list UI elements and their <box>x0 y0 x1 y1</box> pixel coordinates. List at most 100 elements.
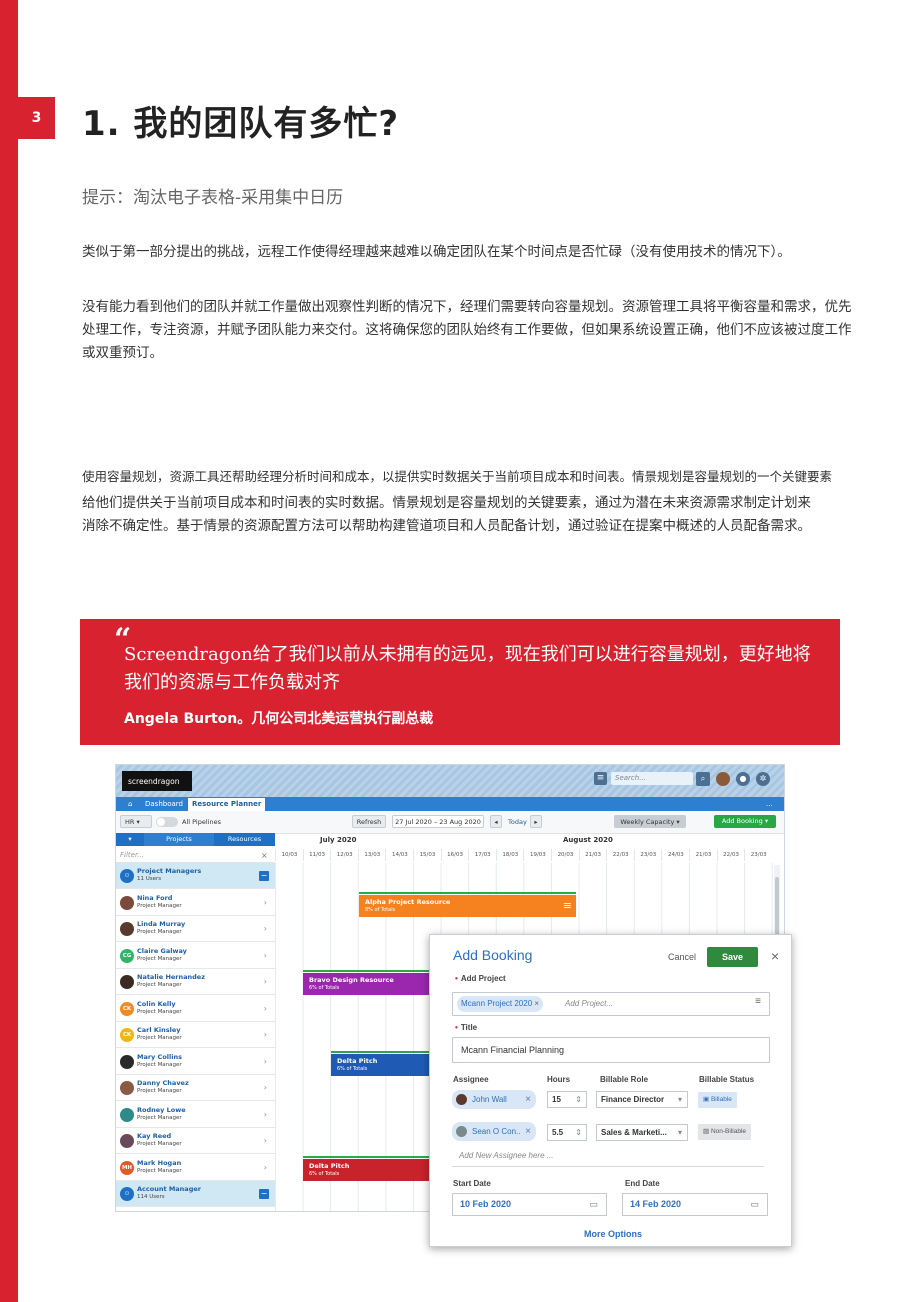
chevron-right-icon[interactable]: › <box>264 1030 267 1039</box>
avatar <box>120 975 134 989</box>
resource-row[interactable]: Danny Chavez Project Manager › <box>116 1075 275 1101</box>
search-input[interactable]: Search... <box>611 772 693 785</box>
collapse-icon[interactable]: − <box>259 1189 269 1199</box>
more-menu[interactable]: ... <box>766 798 773 811</box>
day-label: 10/03 <box>275 849 303 861</box>
chevron-right-icon[interactable]: › <box>264 951 267 960</box>
resource-role: Project Manager <box>137 1035 182 1041</box>
assignee-chip[interactable]: Sean O Con.. × <box>452 1122 536 1141</box>
resource-group-row[interactable]: ⚇ Account Manager 114 Users − <box>116 1181 275 1207</box>
resource-row[interactable]: MH Mark Hogan Project Manager › <box>116 1155 275 1181</box>
resource-row[interactable]: Mary Collins Project Manager › <box>116 1049 275 1075</box>
chevron-right-icon[interactable]: › <box>264 1057 267 1066</box>
search-icon[interactable]: ⌕ <box>696 772 710 786</box>
menu-icon[interactable]: ≡ <box>594 772 607 785</box>
gear-icon[interactable]: ✲ <box>756 772 770 786</box>
assignee-chip[interactable]: John Wall × <box>452 1090 536 1109</box>
tab-resource-planner[interactable]: Resource Planner <box>188 798 266 811</box>
booking-bravo[interactable]: Bravo Design Resource 6% of Totals <box>303 970 443 995</box>
resource-row[interactable]: Rodney Lowe Project Manager › <box>116 1102 275 1128</box>
today-button[interactable]: Today <box>508 818 527 826</box>
avatar <box>120 1134 134 1148</box>
resource-row[interactable]: Linda Murray Project Manager › <box>116 916 275 942</box>
add-booking-button[interactable]: Add Booking ▾ <box>714 815 776 828</box>
capacity-select[interactable]: Weekly Capacity ▾ <box>614 815 686 828</box>
prev-arrow-icon[interactable]: ◂ <box>490 815 502 828</box>
refresh-button[interactable]: Refresh <box>352 815 386 828</box>
quote-author: Angela Burton。几何公司北美运营执行副总裁 <box>124 711 434 727</box>
collapse-icon[interactable]: − <box>259 871 269 881</box>
remove-assignee-icon[interactable]: × <box>525 1122 531 1141</box>
hamburger-icon[interactable]: ≡ <box>563 899 572 912</box>
remove-assignee-icon[interactable]: × <box>525 1090 531 1109</box>
add-project-field[interactable]: Mcann Project 2020 × Add Project... ≡ <box>452 992 770 1016</box>
billable-role-value: Finance Director <box>601 1095 665 1104</box>
stepper-icon[interactable]: ⇕ <box>575 1092 582 1107</box>
tab-projects[interactable]: Projects <box>144 833 214 846</box>
non-billable-status-badge[interactable]: ▨ Non-Billable <box>698 1124 751 1140</box>
chevron-right-icon[interactable]: › <box>264 1083 267 1092</box>
more-options-link[interactable]: More Options <box>584 1229 642 1239</box>
add-assignee-input[interactable]: Add New Assignee here ... <box>459 1151 553 1160</box>
close-icon[interactable]: × <box>771 948 779 964</box>
save-button[interactable]: Save <box>707 947 758 967</box>
chevron-right-icon[interactable]: › <box>264 898 267 907</box>
avatar: CK <box>120 1001 134 1016</box>
resource-row[interactable]: Natalie Hernandez Project Manager › <box>116 969 275 995</box>
add-booking-dialog: Add Booking Cancel Save × • Add Project M… <box>429 934 792 1247</box>
billable-role-select[interactable]: Sales & Marketi... ▾ <box>596 1124 688 1141</box>
chevron-right-icon[interactable]: › <box>264 1110 267 1119</box>
chevron-right-icon[interactable]: › <box>264 1004 267 1013</box>
chevron-right-icon[interactable]: › <box>264 1136 267 1145</box>
project-chip[interactable]: Mcann Project 2020 × <box>457 996 544 1012</box>
bell-icon[interactable]: ● <box>736 772 750 786</box>
hours-stepper[interactable]: 15 ⇕ <box>547 1091 587 1108</box>
resource-name: Project Managers <box>137 867 202 875</box>
filter-input[interactable]: Filter... <box>116 848 275 863</box>
start-date-field[interactable]: 10 Feb 2020 ▭ <box>452 1193 607 1216</box>
day-label: 21/03 <box>578 849 607 861</box>
booking-delta-2[interactable]: Delta Pitch 6% of Totals <box>303 1156 443 1181</box>
note-text: 使用容量规划，资源工具还帮助经理分析时间和成本，以提供实时数据关于当前项目成本和… <box>82 469 833 484</box>
filter-icon[interactable]: ▾ <box>116 833 144 846</box>
day-label: 24/03 <box>661 849 689 861</box>
billable-role-select[interactable]: Finance Director ▾ <box>596 1091 688 1108</box>
resource-row[interactable]: Nina Ford Project Manager › <box>116 890 275 916</box>
tab-dashboard[interactable]: Dashboard <box>145 798 183 811</box>
tab-resources[interactable]: Resources <box>214 833 275 846</box>
calendar-icon[interactable]: ▭ <box>589 1194 598 1215</box>
pipelines-toggle[interactable] <box>156 817 178 827</box>
avatar <box>120 1107 134 1122</box>
day-label: 19/03 <box>523 849 551 861</box>
calendar-icon[interactable]: ▭ <box>750 1194 759 1215</box>
resource-role: Project Manager <box>137 982 182 988</box>
hr-select[interactable]: HR ▾ <box>120 815 152 828</box>
quote-text: Screendragon给了我们以前从未拥有的远见，现在我们可以进行容量规划，更… <box>124 644 811 693</box>
next-arrow-icon[interactable]: ▸ <box>530 815 542 828</box>
resource-row[interactable]: CK Colin Kelly Project Manager › <box>116 996 275 1022</box>
avatar[interactable] <box>716 772 730 786</box>
title-input[interactable]: Mcann Financial Planning <box>452 1037 770 1063</box>
stepper-icon[interactable]: ⇕ <box>575 1125 582 1140</box>
booking-alpha[interactable]: Alpha Project Resource 8% of Totals ≡ <box>359 892 576 917</box>
end-date-field[interactable]: 14 Feb 2020 ▭ <box>622 1193 768 1216</box>
billable-status-badge[interactable]: ▣ Billable <box>698 1092 737 1108</box>
chip-remove-icon[interactable]: × <box>534 999 539 1008</box>
clear-filter-icon[interactable]: × <box>261 851 268 860</box>
home-icon[interactable]: ⌂ <box>128 798 132 811</box>
booking-delta-1[interactable]: Delta Pitch 6% of Totals <box>331 1051 443 1076</box>
date-range-field[interactable]: 27 Jul 2020 – 23 Aug 2020 <box>392 815 484 828</box>
resource-row[interactable]: CK Carl Kinsley Project Manager › <box>116 1022 275 1048</box>
scroll-thumb[interactable] <box>775 877 779 935</box>
hours-stepper[interactable]: 5.5 ⇕ <box>547 1124 587 1141</box>
chevron-right-icon[interactable]: › <box>264 1163 267 1172</box>
list-icon[interactable]: ≡ <box>755 996 761 1007</box>
start-date-value: 10 Feb 2020 <box>460 1199 512 1209</box>
resource-row[interactable]: CG Claire Galway Project Manager › <box>116 943 275 969</box>
resource-row[interactable]: Kay Reed Project Manager › <box>116 1128 275 1154</box>
booking-delta-2-title: Delta Pitch <box>309 1162 350 1170</box>
chevron-right-icon[interactable]: › <box>264 924 267 933</box>
chevron-right-icon[interactable]: › <box>264 977 267 986</box>
resource-group-row[interactable]: ⚇ Project Managers 11 Users − <box>116 863 275 889</box>
cancel-button[interactable]: Cancel <box>668 952 696 962</box>
